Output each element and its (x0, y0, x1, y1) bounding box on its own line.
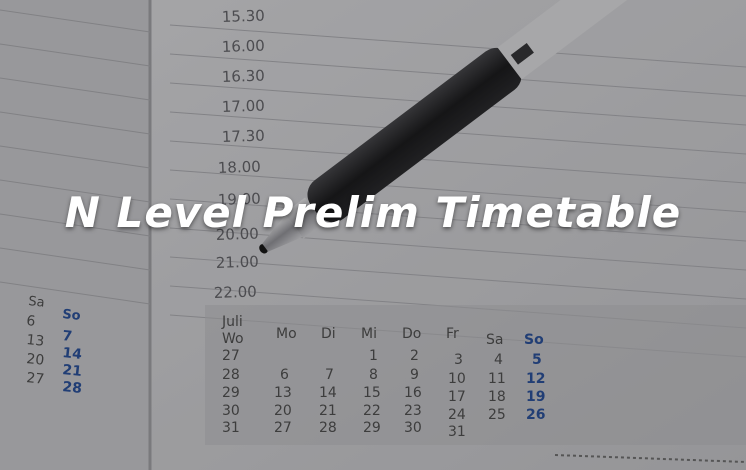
hero-banner: 15.30 16.00 16.30 17.00 17.30 18.00 19.00 20.00… (0, 0, 746, 470)
page-title: N Level Prelim Timetable (64, 188, 682, 237)
